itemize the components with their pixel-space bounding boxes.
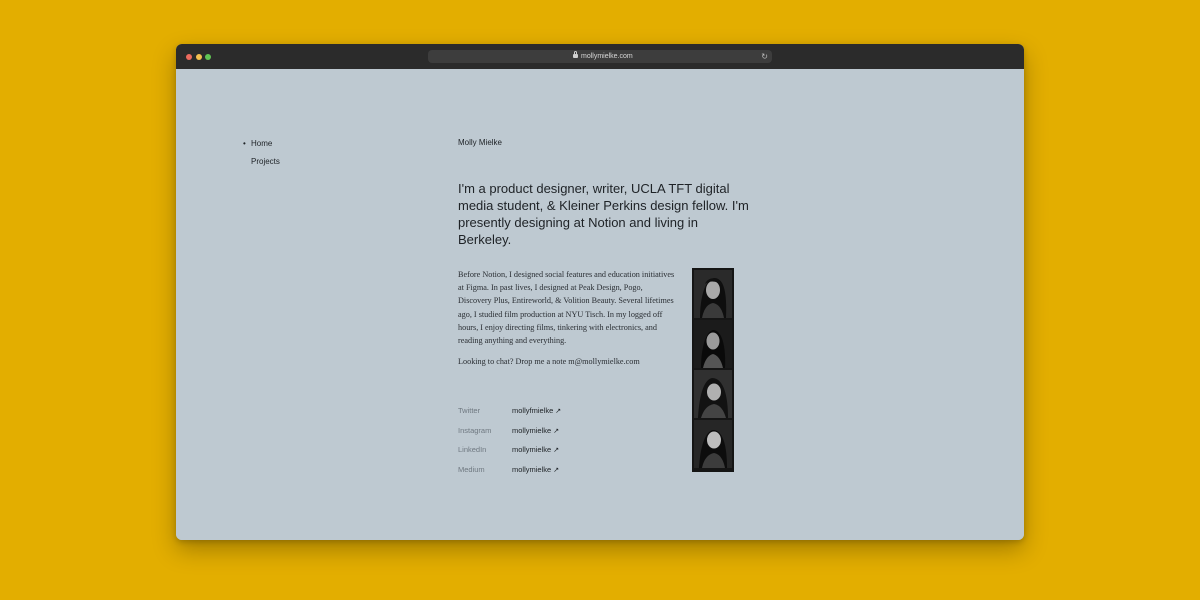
minimize-window-button[interactable] xyxy=(195,54,202,60)
social-platform-label: Instagram xyxy=(458,425,492,435)
external-link-icon: ↗ xyxy=(555,408,562,415)
portrait-photo xyxy=(694,370,732,418)
linkedin-link[interactable]: mollymielke ↗ xyxy=(512,445,559,456)
social-platform-label: Medium xyxy=(458,464,485,474)
nav-item-projects[interactable]: Projects xyxy=(243,157,280,175)
browser-titlebar: mollymielke.com ↻ xyxy=(176,44,1024,69)
twitter-link[interactable]: mollyfmielke ↗ xyxy=(512,406,561,417)
active-bullet-icon: • xyxy=(243,139,246,148)
social-handle-text: mollymielke xyxy=(512,464,552,474)
instagram-link[interactable]: mollymielke ↗ xyxy=(512,426,559,437)
reload-icon[interactable]: ↻ xyxy=(761,51,768,62)
external-link-icon: ↗ xyxy=(553,427,560,435)
social-handle-text: mollymielke xyxy=(512,425,552,435)
social-platform-label: Twitter xyxy=(458,406,481,415)
intro-headline: I'm a product designer, writer, UCLA TFT… xyxy=(458,181,749,247)
bio-section: Before Notion, I designed social feature… xyxy=(458,268,676,376)
contact-paragraph: Looking to chat? Drop me a note m@mollym… xyxy=(458,357,640,367)
close-window-button[interactable] xyxy=(186,54,192,60)
lock-icon xyxy=(573,51,578,58)
address-bar[interactable]: mollymielke.com ↻ xyxy=(428,50,772,63)
social-handle-text: mollymielke xyxy=(512,445,552,454)
external-link-icon: ↗ xyxy=(553,466,560,474)
url-text: mollymielke.com xyxy=(581,53,633,60)
medium-link[interactable]: mollymielke ↗ xyxy=(512,465,559,476)
nav-item-label: Home xyxy=(251,139,273,148)
photo-booth-strip xyxy=(692,268,734,472)
portrait-photo xyxy=(694,420,732,468)
site-owner-name: Molly Mielke xyxy=(458,138,503,147)
maximize-window-button[interactable] xyxy=(205,54,211,60)
nav-item-home[interactable]: • Home xyxy=(243,139,280,157)
browser-window: mollymielke.com ↻ • Home Projects Molly … xyxy=(176,44,1024,540)
site-nav: • Home Projects xyxy=(243,139,280,175)
portrait-photo xyxy=(694,320,732,368)
social-handle-text: mollyfmielke xyxy=(512,406,554,415)
social-platform-label: LinkedIn xyxy=(458,445,487,454)
bio-paragraph: Before Notion, I designed social feature… xyxy=(458,270,675,346)
portrait-photo xyxy=(694,270,732,318)
page-content: • Home Projects Molly Mielke I'm a produ… xyxy=(176,69,1024,540)
external-link-icon: ↗ xyxy=(553,447,560,454)
nav-item-label: Projects xyxy=(251,157,280,166)
